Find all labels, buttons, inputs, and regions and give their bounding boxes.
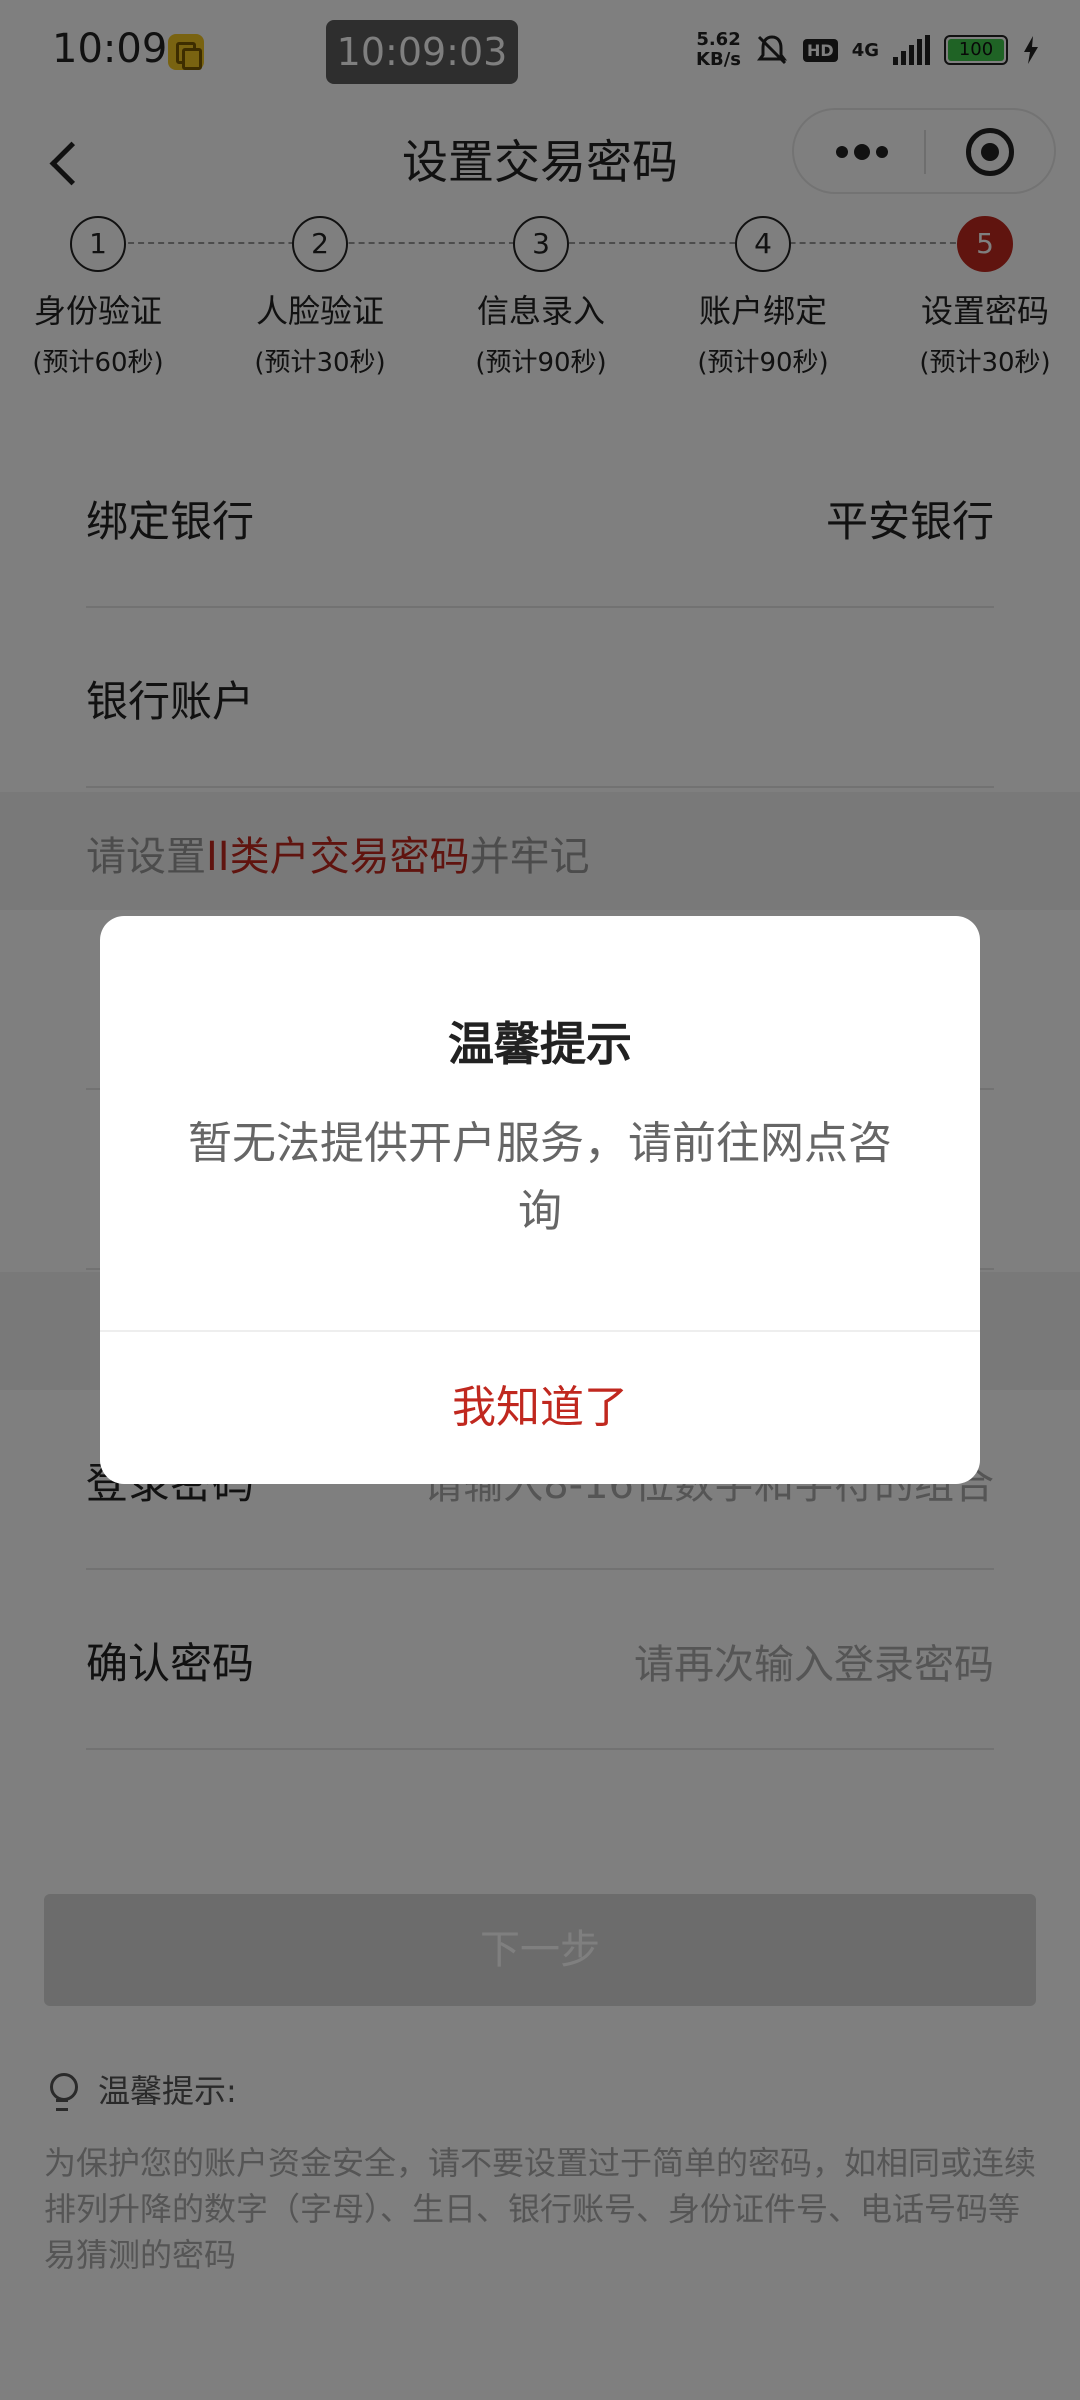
acknowledge-button[interactable]: 我知道了 xyxy=(100,1332,980,1484)
dialog-title: 温馨提示 xyxy=(448,1017,632,1071)
notice-dialog: 温馨提示 暂无法提供开户服务，请前往网点咨询 我知道了 xyxy=(100,916,980,1484)
dialog-message: 暂无法提供开户服务，请前往网点咨询 xyxy=(188,1118,892,1237)
